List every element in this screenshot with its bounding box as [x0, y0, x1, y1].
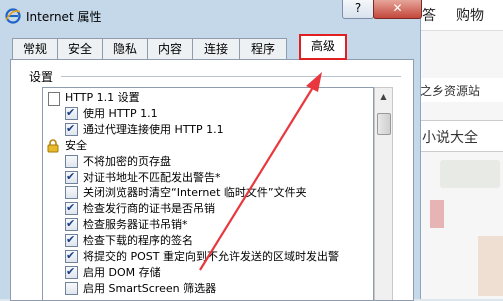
window-title: Internet 属性: [26, 10, 102, 24]
setting-checkbox[interactable]: [65, 248, 78, 264]
setting-row[interactable]: 启用 SmartScreen 筛选器: [43, 281, 373, 297]
menu-item-answers[interactable]: 答: [422, 5, 436, 25]
background-menubar: 答 购物: [412, 0, 503, 31]
site-link[interactable]: 之乡资源站: [412, 78, 503, 102]
setting-checkbox[interactable]: [65, 216, 78, 232]
tab-privacy[interactable]: 隐私: [102, 38, 148, 59]
group-label: 安全: [65, 138, 87, 152]
thumbnail-image: [430, 200, 444, 228]
setting-label: 通过代理连接使用 HTTP 1.1: [83, 122, 224, 136]
help-button[interactable]: ?: [342, 0, 374, 19]
menu-item-shopping[interactable]: 购物: [456, 5, 484, 25]
setting-label: 启用 SmartScreen 筛选器: [83, 281, 217, 295]
setting-label: 检查发行商的证书是否吊销: [83, 202, 215, 216]
divider: [61, 76, 401, 77]
setting-label: 启用 DOM 存储: [83, 265, 161, 279]
group-label: HTTP 1.1 设置: [65, 91, 140, 104]
site-link-label: 之乡资源站: [420, 84, 481, 98]
setting-label: 使用 HTTP 1.1: [83, 106, 158, 120]
tab-content[interactable]: 内容: [147, 38, 193, 59]
setting-row[interactable]: 将提交的 POST 重定向到不允许发送的区域时发出警: [43, 248, 373, 265]
setting-checkbox[interactable]: [65, 154, 78, 168]
setting-label: 检查下载的程序的签名: [83, 234, 193, 248]
setting-label: 关闭浏览器时清空“Internet 临时文件”文件夹: [83, 186, 307, 200]
novel-link[interactable]: 小说大全: [412, 120, 503, 152]
setting-row[interactable]: 使用 HTTP 1.1: [43, 105, 373, 122]
setting-label: 对证书地址不匹配发出警告*: [83, 170, 221, 184]
setting-checkbox[interactable]: [65, 232, 78, 248]
document-icon: [48, 92, 60, 106]
close-button[interactable]: ✕: [373, 0, 422, 19]
lock-icon: [47, 138, 59, 153]
setting-row[interactable]: 对证书地址不匹配发出警告*: [43, 169, 373, 186]
tab-programs[interactable]: 程序: [239, 38, 287, 59]
highlight-box: [299, 34, 347, 60]
setting-checkbox[interactable]: [65, 169, 78, 185]
setting-label: 检查服务器证书吊销*: [83, 218, 188, 232]
setting-row[interactable]: 不将加密的页存盘: [43, 154, 373, 170]
scroll-thumb[interactable]: [377, 113, 391, 135]
setting-checkbox[interactable]: [65, 200, 78, 216]
setting-checkbox[interactable]: [65, 264, 78, 280]
setting-checkbox[interactable]: [65, 121, 78, 137]
setting-row[interactable]: 检查发行商的证书是否吊销: [43, 200, 373, 217]
setting-row[interactable]: 检查服务器证书吊销*: [43, 216, 373, 233]
thumbnail-image: [478, 236, 503, 296]
thumbnail-image: [440, 160, 500, 188]
setting-label: 将提交的 POST 重定向到不允许发送的区域时发出警: [83, 250, 339, 263]
scroll-up-icon[interactable]: ▲: [375, 88, 392, 105]
settings-label: 设置: [29, 70, 54, 84]
settings-list[interactable]: HTTP 1.1 设置使用 HTTP 1.1 通过代理连接使用 HTTP 1.1 安…: [42, 87, 374, 300]
tab-connections[interactable]: 连接: [192, 38, 240, 59]
setting-checkbox[interactable]: [65, 281, 78, 295]
tab-security[interactable]: 安全: [57, 38, 103, 59]
title-bar[interactable]: Internet 属性 ? ✕: [0, 0, 422, 34]
setting-checkbox[interactable]: [65, 105, 78, 121]
setting-row[interactable]: 检查下载的程序的签名: [43, 232, 373, 249]
internet-explorer-icon: [5, 8, 21, 24]
setting-row[interactable]: 通过代理连接使用 HTTP 1.1: [43, 121, 373, 138]
novel-link-label: 小说大全: [422, 130, 478, 146]
tab-general[interactable]: 常规: [12, 38, 58, 59]
internet-properties-dialog: Internet 属性 ? ✕ 常规 安全 隐私 内容 连接 程序 高级 设置 …: [0, 0, 422, 301]
setting-checkbox[interactable]: [65, 186, 78, 200]
scrollbar[interactable]: ▲: [374, 87, 393, 300]
setting-row[interactable]: 关闭浏览器时清空“Internet 临时文件”文件夹: [43, 185, 373, 201]
setting-row[interactable]: 启用 DOM 存储: [43, 264, 373, 281]
settings-group: HTTP 1.1 设置: [43, 90, 373, 106]
settings-group: 安全: [43, 138, 373, 154]
setting-label: 不将加密的页存盘: [83, 154, 171, 168]
